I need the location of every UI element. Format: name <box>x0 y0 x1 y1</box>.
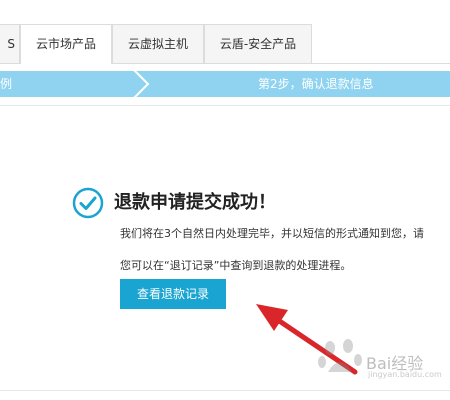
tab-cloud-market-products[interactable]: 云市场产品 <box>20 24 112 64</box>
step-progress-bar: 例 第2步，确认退款信息 <box>0 71 450 97</box>
success-title: 退款申请提交成功！ <box>114 192 276 213</box>
step-chevron-icon <box>133 71 150 97</box>
divider <box>0 105 450 106</box>
tab-cloud-virtual-host[interactable]: 云虚拟主机 <box>112 24 204 63</box>
tab-label: 云市场产品 <box>35 37 96 51</box>
tab-cloud-shield-security[interactable]: 云盾-安全产品 <box>204 24 312 63</box>
step-2-label: 第2步，确认退款信息 <box>258 77 374 91</box>
tab-label: S <box>7 37 15 51</box>
step-1-label: 例 <box>0 77 13 91</box>
footer-divider <box>0 390 450 391</box>
paw-logo-icon <box>318 339 362 372</box>
view-refund-records-button[interactable]: 查看退款记录 <box>120 279 226 309</box>
watermark: Bai经验 jingyan.baidu.com <box>318 338 450 384</box>
tab-label: 云盾-安全产品 <box>219 37 297 51</box>
watermark-url: jingyan.baidu.com <box>368 370 442 379</box>
tab-prev-partial[interactable]: S <box>0 24 20 63</box>
check-circle-icon <box>72 187 104 219</box>
refund-record-hint: 您可以在“退订记录”中查询到退款的处理进程。 <box>120 259 352 272</box>
tab-label: 云虚拟主机 <box>127 37 188 51</box>
success-description: 我们将在3个自然日内处理完毕，并以短信的形式通知到您，请 <box>120 227 424 240</box>
